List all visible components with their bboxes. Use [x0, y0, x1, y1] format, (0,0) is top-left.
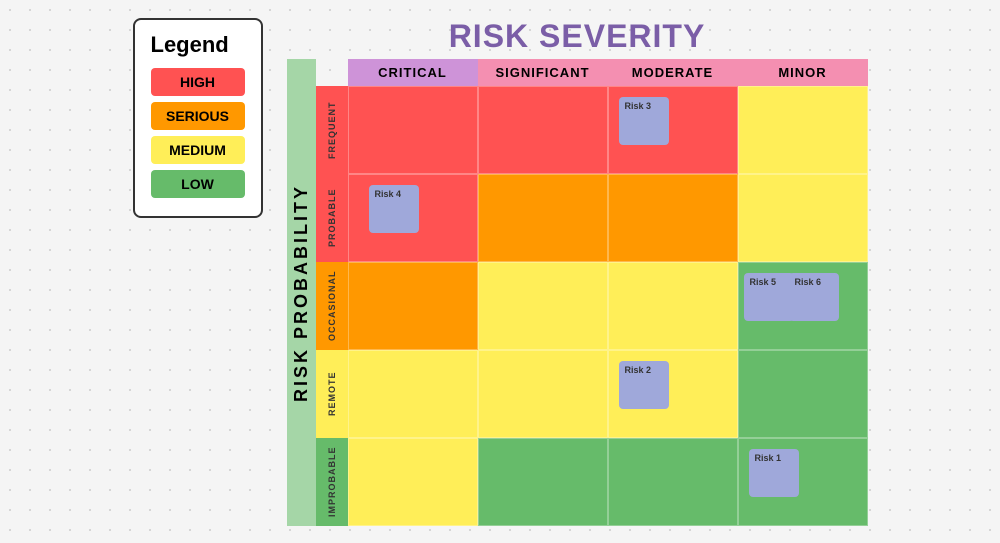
risk-note-risk-4: Risk 4 — [369, 185, 419, 233]
legend-low: LOW — [151, 170, 245, 198]
cell-0-3 — [738, 86, 868, 174]
row-label-improbable: IMPROBABLE — [316, 438, 348, 526]
cell-1-2 — [608, 174, 738, 262]
risk-note-risk-1: Risk 1 — [749, 449, 799, 497]
risk-note-risk-5: Risk 5 — [744, 273, 794, 321]
risk-note-risk-6: Risk 6 — [789, 273, 839, 321]
matrix-with-headers: CRITICAL SIGNIFICANT MODERATE MINOR FREQ… — [316, 59, 868, 526]
cell-3-3 — [738, 350, 868, 438]
legend-panel: Legend HIGH SERIOUS MEDIUM LOW — [133, 18, 263, 218]
cell-2-1 — [478, 262, 608, 350]
cell-2-0 — [348, 262, 478, 350]
row-label-frequent: FREQUENT — [316, 86, 348, 174]
cell-1-1 — [478, 174, 608, 262]
matrix-title: RISK SEVERITY — [287, 18, 868, 55]
col-header-minor: MINOR — [738, 59, 868, 86]
legend-high: HIGH — [151, 68, 245, 96]
matrix-wrapper: RISK SEVERITY RISK PROBABILITY CRITICAL … — [287, 18, 868, 526]
main-container: Legend HIGH SERIOUS MEDIUM LOW RISK SEVE… — [117, 2, 884, 542]
cell-4-3: Risk 1 — [738, 438, 868, 526]
cell-3-0 — [348, 350, 478, 438]
risk-note-risk-3: Risk 3 — [619, 97, 669, 145]
row-label-occasional: OCCASIONAL — [316, 262, 348, 350]
row-label-probable: PROBABLE — [316, 174, 348, 262]
col-header-moderate: MODERATE — [608, 59, 738, 86]
cell-2-2 — [608, 262, 738, 350]
y-axis-label: RISK PROBABILITY — [287, 59, 316, 526]
cell-0-0 — [348, 86, 478, 174]
risk-grid: Risk 3 Risk 4 Risk 5Risk 6 — [348, 86, 868, 526]
col-header-critical: CRITICAL — [348, 59, 478, 86]
cell-4-2 — [608, 438, 738, 526]
cell-2-3: Risk 5Risk 6 — [738, 262, 868, 350]
cell-1-3 — [738, 174, 868, 262]
legend-title: Legend — [151, 32, 245, 58]
row-label-remote: REMOTE — [316, 350, 348, 438]
col-header-significant: SIGNIFICANT — [478, 59, 608, 86]
cell-0-2: Risk 3 — [608, 86, 738, 174]
col-headers: CRITICAL SIGNIFICANT MODERATE MINOR — [348, 59, 868, 86]
cell-1-0: Risk 4 — [348, 174, 478, 262]
legend-serious: SERIOUS — [151, 102, 245, 130]
matrix-outer: RISK PROBABILITY CRITICAL SIGNIFICANT MO… — [287, 59, 868, 526]
cell-4-0 — [348, 438, 478, 526]
cell-4-1 — [478, 438, 608, 526]
cell-3-2: Risk 2 — [608, 350, 738, 438]
cell-3-1 — [478, 350, 608, 438]
row-labels: FREQUENT PROBABLE OCCASIONAL REMOTE IMPR… — [316, 86, 348, 526]
risk-note-risk-2: Risk 2 — [619, 361, 669, 409]
cell-0-1 — [478, 86, 608, 174]
grid-area: FREQUENT PROBABLE OCCASIONAL REMOTE IMPR… — [316, 86, 868, 526]
legend-medium: MEDIUM — [151, 136, 245, 164]
